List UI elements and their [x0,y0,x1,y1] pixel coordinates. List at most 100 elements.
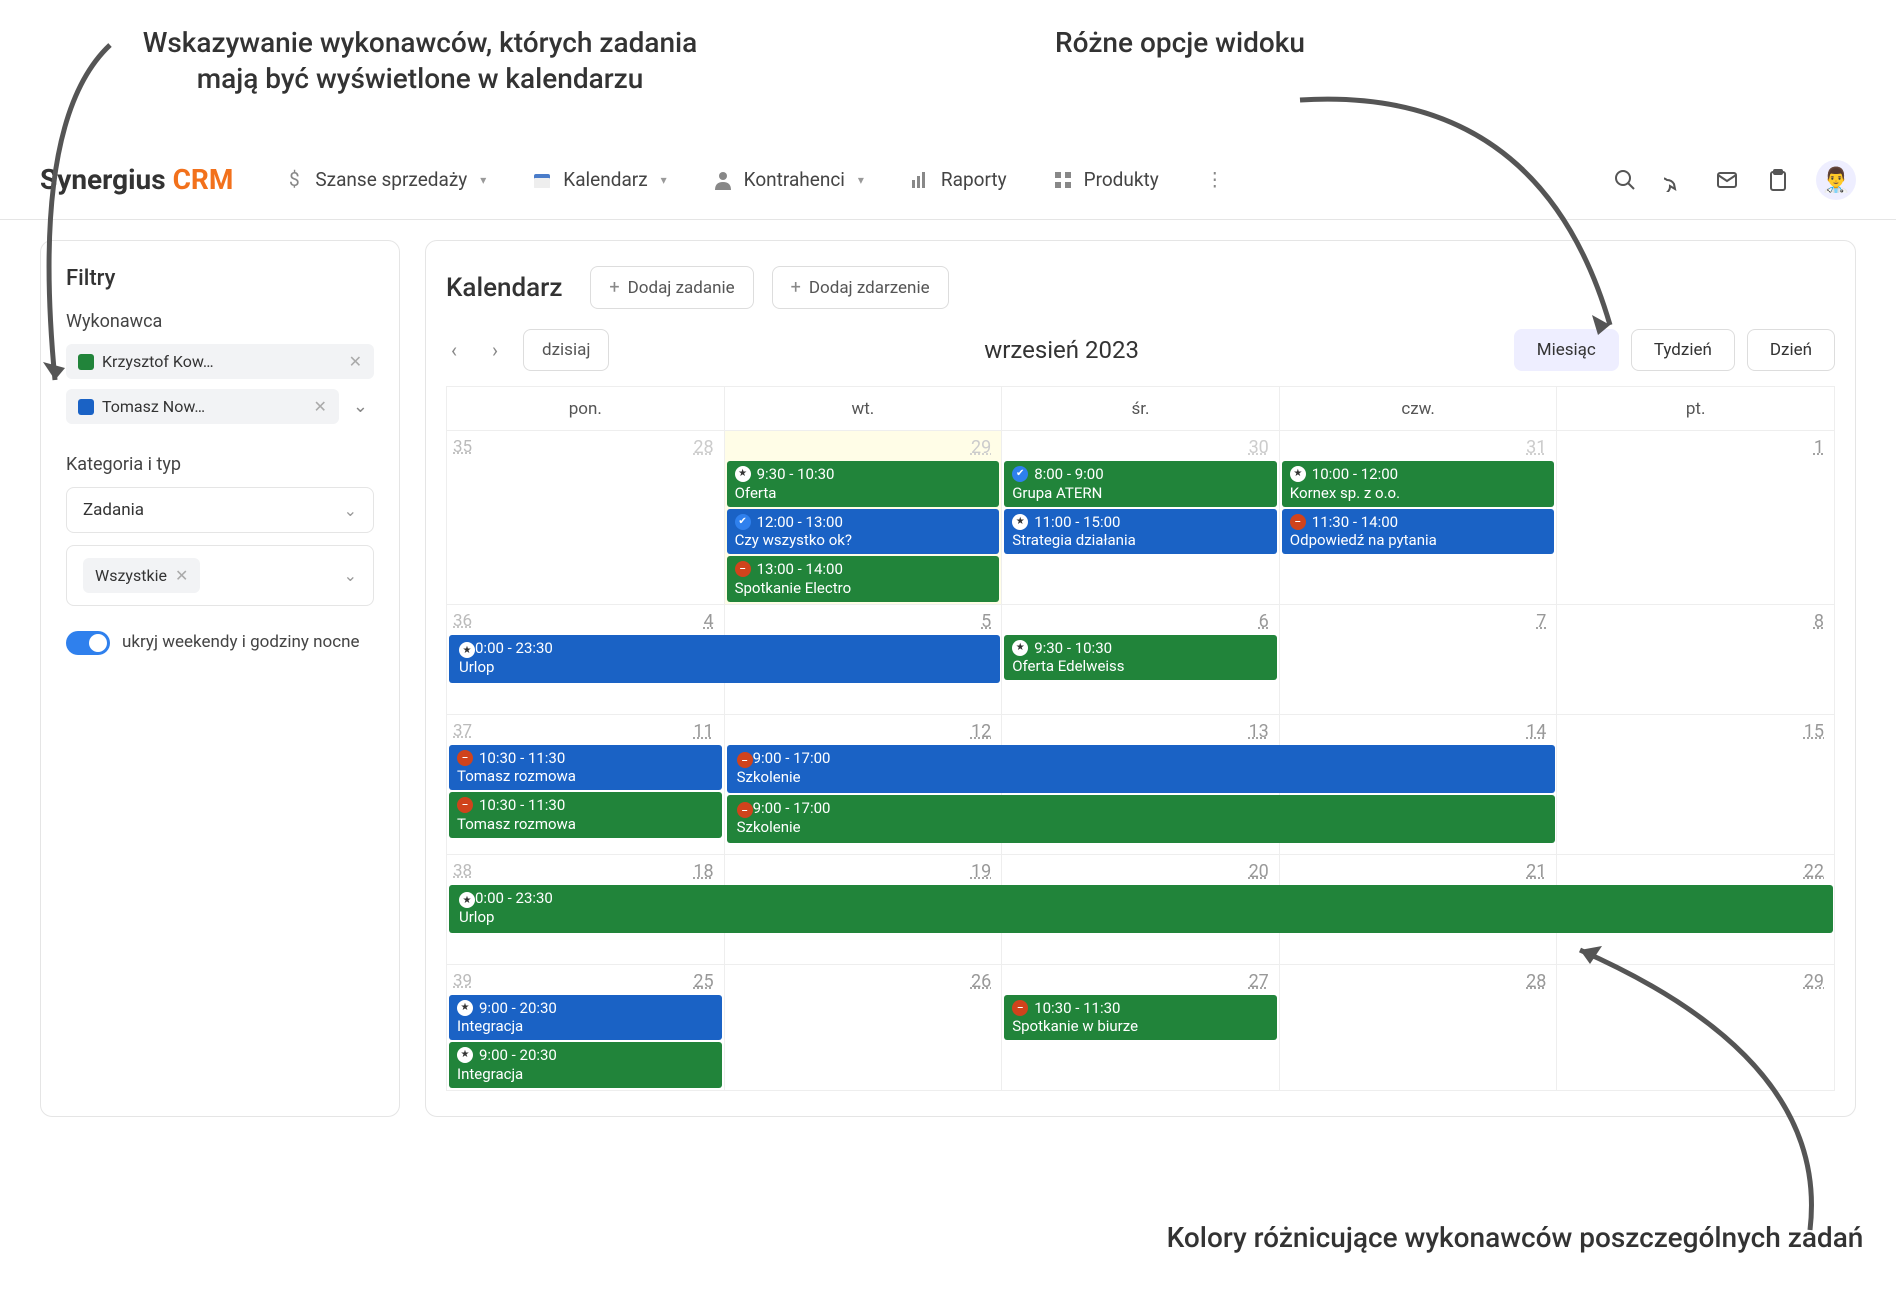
week-number: 35 [453,437,472,457]
day-number: 20 [1249,861,1269,882]
chevron-down-icon[interactable]: ⌄ [347,396,374,417]
calendar-cell[interactable]: 3528 [447,431,725,605]
calendar-event[interactable]: ★9:00 - 20:30Integracja [449,995,722,1041]
day-number: 12 [971,721,991,742]
day-number: 4 [703,611,713,632]
calendar-event[interactable]: ⎯11:30 - 14:00Odpowiedź na pytania [1282,509,1555,555]
calendar-cell[interactable]: 8 [1557,605,1835,715]
calendar-cell[interactable]: 28 [1280,965,1558,1091]
add-event-button[interactable]: +Dodaj zdarzenie [772,266,949,309]
week-number: 39 [453,971,472,991]
day-header: śr. [1002,387,1280,431]
calendar-event[interactable]: ★10:00 - 12:00Kornex sp. z o.o. [1282,461,1555,507]
calendar-event[interactable]: ⎯10:30 - 11:30Tomasz rozmowa [449,792,722,838]
dropdown-value: Zadania [83,500,144,520]
calendar-cell[interactable]: 31★10:00 - 12:00Kornex sp. z o.o.⎯11:30 … [1280,431,1558,605]
chevron-down-icon: ▾ [858,173,864,187]
calendar-event[interactable]: ⎯10:30 - 11:30Spotkanie w biurze [1004,995,1277,1041]
calendar-event[interactable]: ⎯13:00 - 14:00Spotkanie Electro [727,556,1000,602]
swatch-icon [78,354,94,370]
mail-icon[interactable] [1714,167,1740,193]
add-task-button[interactable]: +Dodaj zadanie [590,266,753,309]
calendar-event[interactable]: ⎯9:00 - 17:00Szkolenie [727,795,1556,843]
event-type-icon: ★ [457,1000,473,1016]
calendar-event[interactable]: ✔8:00 - 9:00Grupa ATERN [1004,461,1277,507]
annotation-bottom: Kolory różnicujące wykonawców poszczegól… [1165,1220,1865,1256]
calendar-cell[interactable]: 1 [1557,431,1835,605]
prev-button[interactable]: ‹ [446,333,462,367]
day-number: 29 [1804,971,1824,992]
tag-label: Wszystkie [95,566,167,585]
week-number: 36 [453,611,472,631]
day-number: 27 [1249,971,1269,992]
event-type-icon: ⎯ [457,797,473,813]
view-month-button[interactable]: Miesiąc [1514,329,1619,371]
kategoria-label: Kategoria i typ [66,454,374,475]
calendar-event[interactable]: ★11:00 - 15:00Strategia działania [1004,509,1277,555]
calendar-event[interactable]: ★9:00 - 20:30Integracja [449,1042,722,1088]
day-number: 8 [1814,611,1824,632]
calendar-cell[interactable]: 26 [725,965,1003,1091]
wykonawca-chip-1[interactable]: Tomasz Now… ✕ [66,389,339,424]
calendar-row: 3925★9:00 - 20:30Integracja★9:00 - 20:30… [447,965,1835,1091]
dollar-icon: $ [283,169,305,191]
nav-kontrahenci[interactable]: Kontrahenci▾ [712,168,864,191]
avatar[interactable]: 👨‍⚕️ [1816,160,1856,200]
day-number: 26 [971,971,991,992]
annotation-top-right: Różne opcje widoku [1040,25,1320,61]
calendar-event[interactable]: ★0:00 - 23:30Urlop [449,635,1000,683]
calendar-event[interactable]: ★0:00 - 23:30Urlop [449,885,1833,933]
plus-icon: + [609,277,619,298]
nav-more[interactable]: ⋮ [1204,169,1226,191]
next-button[interactable]: › [487,333,503,367]
wykonawca-chip-0[interactable]: Krzysztof Kow… ✕ [66,344,374,379]
close-icon[interactable]: ✕ [349,352,362,371]
day-number: 30 [1249,437,1269,458]
calendar-row: ★0:00 - 23:30Urlop36456★9:30 - 10:30Ofer… [447,605,1835,715]
brand-suffix: CRM [173,163,234,196]
calendar-event[interactable]: ★9:30 - 10:30Oferta Edelweiss [1004,635,1277,681]
calendar-event[interactable]: ⎯9:00 - 17:00Szkolenie [727,745,1556,793]
calendar-title: Kalendarz [446,273,562,303]
hide-weekends-toggle[interactable] [66,631,110,655]
calendar-cell[interactable]: 29★9:30 - 10:30Oferta✔12:00 - 13:00Czy w… [725,431,1003,605]
chat-icon[interactable] [1663,167,1689,193]
calendar-cell[interactable]: 6★9:30 - 10:30Oferta Edelweiss [1002,605,1280,715]
chevron-down-icon: ⌄ [344,566,357,585]
calendar-icon [531,169,553,191]
event-type-icon: ★ [735,466,751,482]
calendar-cell[interactable]: 3711⎯10:30 - 11:30Tomasz rozmowa⎯10:30 -… [447,715,725,855]
calendar-cell[interactable]: 3925★9:00 - 20:30Integracja★9:00 - 20:30… [447,965,725,1091]
close-icon[interactable]: ✕ [175,566,188,585]
nav-produkty[interactable]: Produkty [1052,168,1159,191]
calendar-cell[interactable]: 30 ✔8:00 - 9:00Grupa ATERN★11:00 - 15:00S… [1002,431,1280,605]
close-icon[interactable]: ✕ [314,397,327,416]
filters-title: Filtry [66,266,374,291]
nav-raporty[interactable]: Raporty [909,168,1007,191]
calendar-row: 3711⎯10:30 - 11:30Tomasz rozmowa⎯10:30 -… [447,715,1835,855]
day-number: 15 [1804,721,1824,742]
calendar-cell[interactable]: 15 [1557,715,1835,855]
calendar-event[interactable]: ★9:30 - 10:30Oferta [727,461,1000,507]
nav-kalendarz[interactable]: Kalendarz▾ [531,168,666,191]
calendar-event[interactable]: ⎯10:30 - 11:30Tomasz rozmowa [449,745,722,791]
calendar-cell[interactable]: 29 [1557,965,1835,1091]
nav-szanse[interactable]: $Szanse sprzedaży▾ [283,168,486,191]
grid-icon [1052,169,1074,191]
clipboard-icon[interactable] [1765,167,1791,193]
typ-dropdown[interactable]: Wszystkie ✕ ⌄ [66,545,374,606]
calendar-cell[interactable]: 7 [1280,605,1558,715]
day-number: 1 [1814,437,1824,458]
annotation-top-left: Wskazywanie wykonawców, których zadania … [110,25,730,98]
calendar-cell[interactable]: 27 ⎯10:30 - 11:30Spotkanie w biurze [1002,965,1280,1091]
day-header: wt. [725,387,1003,431]
view-day-button[interactable]: Dzień [1747,329,1835,371]
calendar-event[interactable]: ✔12:00 - 13:00Czy wszystko ok? [727,509,1000,555]
today-button[interactable]: dzisiaj [523,329,609,371]
toggle-label: ukryj weekendy i godziny nocne [122,631,360,653]
view-week-button[interactable]: Tydzień [1631,329,1735,371]
search-icon[interactable] [1612,167,1638,193]
kategoria-dropdown[interactable]: Zadania ⌄ [66,487,374,533]
chip-label: Tomasz Now… [102,397,205,416]
chip-label: Krzysztof Kow… [102,352,214,371]
